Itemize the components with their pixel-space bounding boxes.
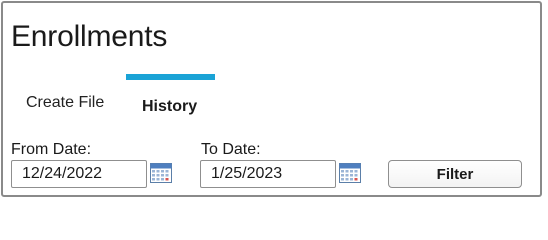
calendar-icon[interactable] <box>339 163 361 183</box>
tab-create-file[interactable]: Create File <box>26 93 104 113</box>
from-date-label: From Date: <box>11 141 92 158</box>
active-tab-indicator <box>126 74 215 80</box>
filter-button[interactable]: Filter <box>388 160 522 188</box>
to-date-input[interactable] <box>200 160 336 188</box>
from-date-input[interactable] <box>11 160 147 188</box>
page-title: Enrollments <box>11 20 168 53</box>
to-date-label: To Date: <box>201 141 261 158</box>
tab-history[interactable]: History <box>142 97 197 117</box>
calendar-icon[interactable] <box>150 163 172 183</box>
